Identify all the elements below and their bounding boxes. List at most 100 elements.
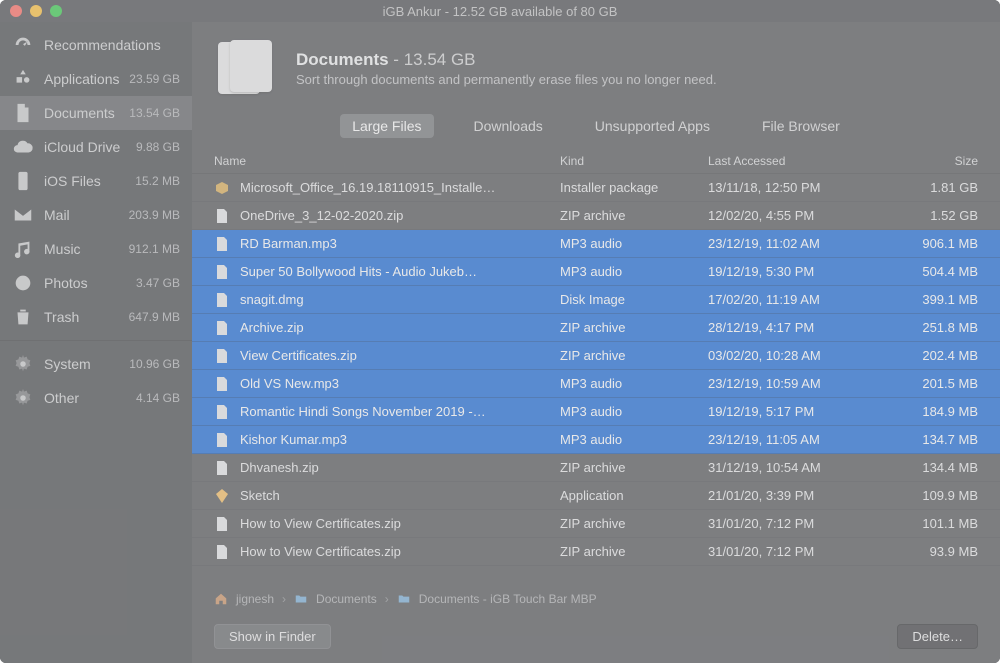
tab-downloads[interactable]: Downloads xyxy=(462,114,555,138)
file-icon xyxy=(214,544,230,560)
col-name[interactable]: Name xyxy=(214,154,560,168)
file-name: Dhvanesh.zip xyxy=(240,460,319,475)
footer: Show in Finder Delete… xyxy=(192,614,1000,663)
file-kind: ZIP archive xyxy=(560,516,708,531)
sidebar-item-size: 23.59 GB xyxy=(129,72,180,86)
tab-large-files[interactable]: Large Files xyxy=(340,114,433,138)
folder-icon xyxy=(294,592,308,606)
table-row[interactable]: Sketch Application 21/01/20, 3:39 PM 109… xyxy=(192,482,1000,510)
sidebar-item-label: Recommendations xyxy=(44,37,180,53)
sidebar-item-trash[interactable]: Trash 647.9 MB xyxy=(0,300,192,334)
table-row[interactable]: View Certificates.zip ZIP archive 03/02/… xyxy=(192,342,1000,370)
breadcrumb-label[interactable]: Documents - iGB Touch Bar MBP xyxy=(419,592,597,606)
sidebar-item-applications[interactable]: Applications 23.59 GB xyxy=(0,62,192,96)
file-icon xyxy=(214,236,230,252)
table-row[interactable]: How to View Certificates.zip ZIP archive… xyxy=(192,538,1000,566)
sidebar-item-size: 15.2 MB xyxy=(135,174,180,188)
table-row[interactable]: Romantic Hindi Songs November 2019 -… MP… xyxy=(192,398,1000,426)
file-accessed: 19/12/19, 5:30 PM xyxy=(708,264,906,279)
file-icon xyxy=(214,516,230,532)
file-kind: MP3 audio xyxy=(560,376,708,391)
sidebar-item-label: Trash xyxy=(44,309,129,325)
file-size: 101.1 MB xyxy=(906,516,978,531)
file-kind: ZIP archive xyxy=(560,544,708,559)
category-subtitle: Sort through documents and permanently e… xyxy=(296,72,717,87)
doc-icon xyxy=(12,102,34,124)
file-size: 93.9 MB xyxy=(906,544,978,559)
sidebar-item-photos[interactable]: Photos 3.47 GB xyxy=(0,266,192,300)
file-size: 504.4 MB xyxy=(906,264,978,279)
file-icon xyxy=(214,488,230,504)
file-size: 1.52 GB xyxy=(906,208,978,223)
file-size: 251.8 MB xyxy=(906,320,978,335)
tab-file-browser[interactable]: File Browser xyxy=(750,114,852,138)
sidebar-item-ios-files[interactable]: iOS Files 15.2 MB xyxy=(0,164,192,198)
file-name: Romantic Hindi Songs November 2019 -… xyxy=(240,404,486,419)
tabs: Large Files Downloads Unsupported Apps File… xyxy=(192,100,1000,148)
sidebar-item-documents[interactable]: Documents 13.54 GB xyxy=(0,96,192,130)
file-kind: ZIP archive xyxy=(560,460,708,475)
sidebar-item-recommendations[interactable]: Recommendations xyxy=(0,28,192,62)
delete-button[interactable]: Delete… xyxy=(897,624,978,649)
sidebar-item-size: 4.14 GB xyxy=(136,391,180,405)
file-kind: ZIP archive xyxy=(560,320,708,335)
tab-unsupported-apps[interactable]: Unsupported Apps xyxy=(583,114,722,138)
sidebar-item-size: 912.1 MB xyxy=(129,242,180,256)
col-accessed[interactable]: Last Accessed xyxy=(708,154,906,168)
table-row[interactable]: Super 50 Bollywood Hits - Audio Jukeb… M… xyxy=(192,258,1000,286)
file-icon xyxy=(214,320,230,336)
storage-management-window: iGB Ankur - 12.52 GB available of 80 GB … xyxy=(0,0,1000,663)
sidebar-item-label: Photos xyxy=(44,275,136,291)
table-row[interactable]: Dhvanesh.zip ZIP archive 31/12/19, 10:54… xyxy=(192,454,1000,482)
file-size: 184.9 MB xyxy=(906,404,978,419)
table-row[interactable]: RD Barman.mp3 MP3 audio 23/12/19, 11:02 … xyxy=(192,230,1000,258)
photos-icon xyxy=(12,272,34,294)
file-accessed: 31/12/19, 10:54 AM xyxy=(708,460,906,475)
table-row[interactable]: Archive.zip ZIP archive 28/12/19, 4:17 P… xyxy=(192,314,1000,342)
sidebar-item-label: iOS Files xyxy=(44,173,135,189)
file-size: 202.4 MB xyxy=(906,348,978,363)
file-size: 1.81 GB xyxy=(906,180,978,195)
sidebar-item-mail[interactable]: Mail 203.9 MB xyxy=(0,198,192,232)
file-size: 906.1 MB xyxy=(906,236,978,251)
file-icon xyxy=(214,404,230,420)
documents-hero-icon xyxy=(214,40,278,96)
table-row[interactable]: How to View Certificates.zip ZIP archive… xyxy=(192,510,1000,538)
table-row[interactable]: Old VS New.mp3 MP3 audio 23/12/19, 10:59… xyxy=(192,370,1000,398)
sidebar-item-system[interactable]: System 10.96 GB xyxy=(0,347,192,381)
sidebar-item-size: 13.54 GB xyxy=(129,106,180,120)
file-icon xyxy=(214,264,230,280)
sidebar-item-label: iCloud Drive xyxy=(44,139,136,155)
sidebar-item-music[interactable]: Music 912.1 MB xyxy=(0,232,192,266)
music-icon xyxy=(12,238,34,260)
file-size: 399.1 MB xyxy=(906,292,978,307)
apps-icon xyxy=(12,68,34,90)
file-name: How to View Certificates.zip xyxy=(240,516,401,531)
table-row[interactable]: Microsoft_Office_16.19.18110915_Installe… xyxy=(192,174,1000,202)
show-in-finder-button[interactable]: Show in Finder xyxy=(214,624,331,649)
file-list: Microsoft_Office_16.19.18110915_Installe… xyxy=(192,174,1000,584)
breadcrumb-label[interactable]: Documents xyxy=(316,592,377,606)
col-kind[interactable]: Kind xyxy=(560,154,708,168)
main-panel: Documents - 13.54 GB Sort through docume… xyxy=(192,22,1000,663)
file-kind: MP3 audio xyxy=(560,236,708,251)
sidebar-item-label: Other xyxy=(44,390,136,406)
table-row[interactable]: Kishor Kumar.mp3 MP3 audio 23/12/19, 11:… xyxy=(192,426,1000,454)
category-title: Documents - 13.54 GB xyxy=(296,50,717,70)
file-icon xyxy=(214,376,230,392)
file-kind: MP3 audio xyxy=(560,264,708,279)
table-row[interactable]: OneDrive_3_12-02-2020.zip ZIP archive 12… xyxy=(192,202,1000,230)
file-accessed: 21/01/20, 3:39 PM xyxy=(708,488,906,503)
file-kind: ZIP archive xyxy=(560,348,708,363)
file-name: Super 50 Bollywood Hits - Audio Jukeb… xyxy=(240,264,477,279)
file-name: snagit.dmg xyxy=(240,292,304,307)
breadcrumb-label[interactable]: jignesh xyxy=(236,592,274,606)
table-row[interactable]: snagit.dmg Disk Image 17/02/20, 11:19 AM… xyxy=(192,286,1000,314)
file-icon xyxy=(214,460,230,476)
sidebar-item-icloud-drive[interactable]: iCloud Drive 9.88 GB xyxy=(0,130,192,164)
file-icon xyxy=(214,292,230,308)
file-name: How to View Certificates.zip xyxy=(240,544,401,559)
col-size[interactable]: Size xyxy=(906,154,978,168)
sidebar-item-other[interactable]: Other 4.14 GB xyxy=(0,381,192,415)
column-headers: Name Kind Last Accessed Size xyxy=(192,148,1000,174)
